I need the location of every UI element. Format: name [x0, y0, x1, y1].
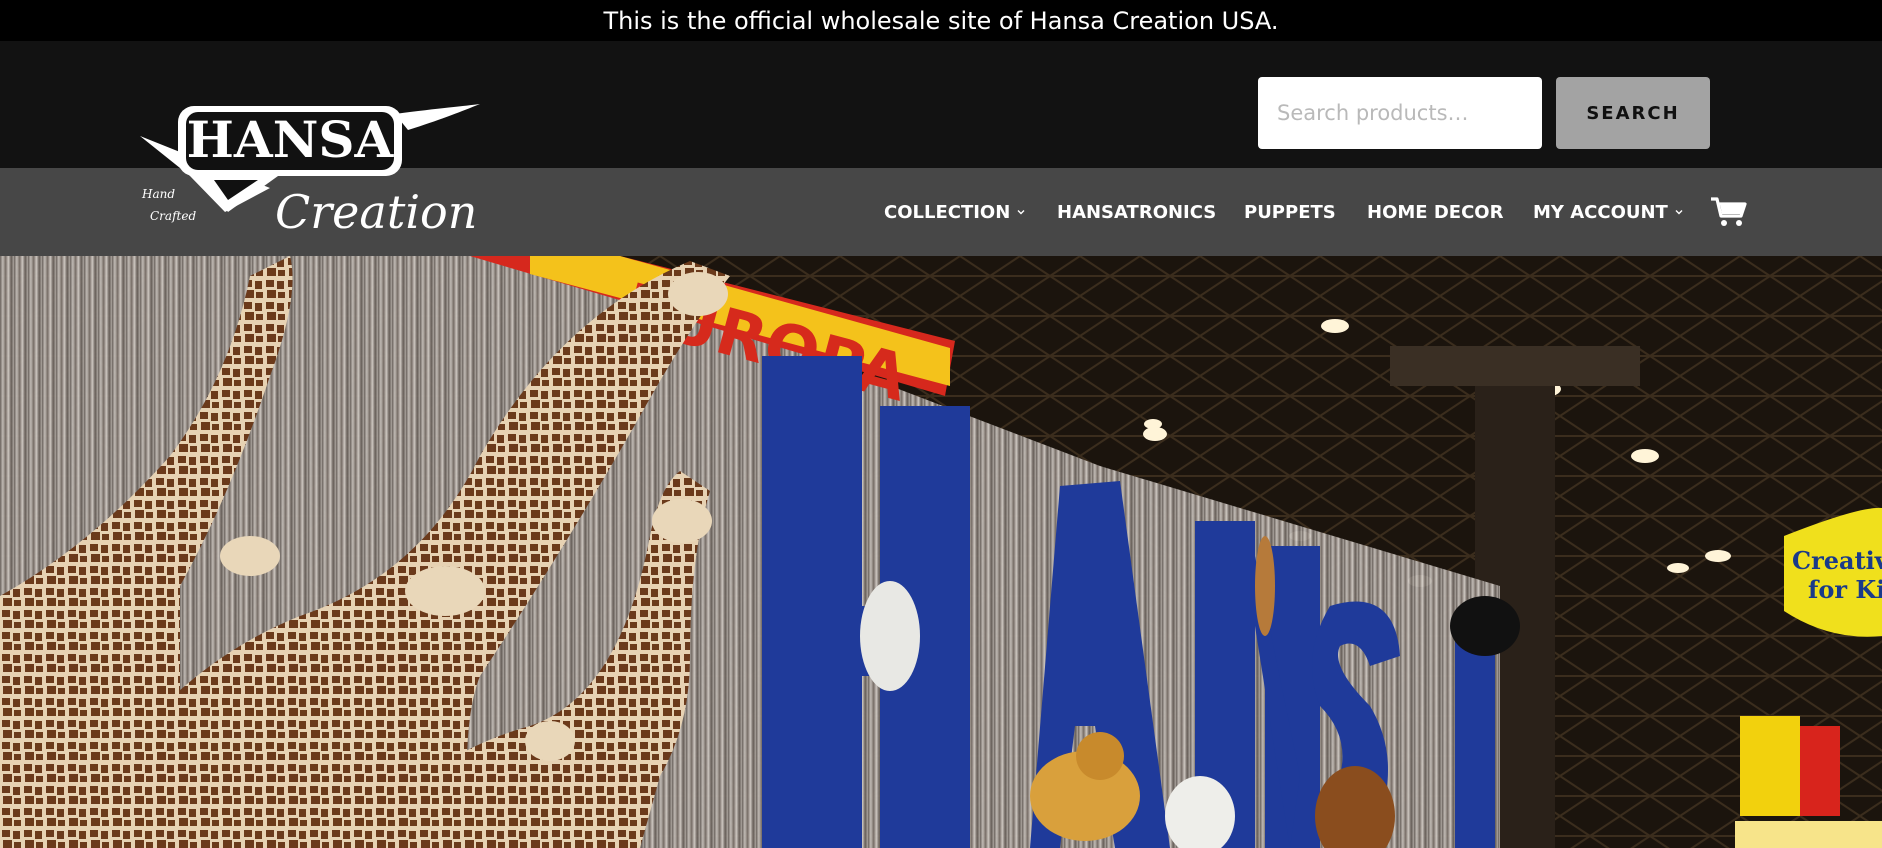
- announcement-bar: This is the official wholesale site of H…: [0, 0, 1882, 41]
- hero-banner: EUROPA Creativity for Kids: [0, 256, 1882, 848]
- announcement-text: This is the official wholesale site of H…: [603, 6, 1279, 35]
- nav-item-label: COLLECTION: [884, 201, 1011, 223]
- hero-trade-show-scene: EUROPA Creativity for Kids: [0, 256, 1882, 848]
- nav-item-collection[interactable]: COLLECTION: [884, 168, 1026, 256]
- logo-tagline-crafted: Crafted: [150, 209, 196, 223]
- nav-item-label: MY ACCOUNT: [1533, 201, 1668, 223]
- search-input[interactable]: [1258, 77, 1542, 149]
- hansa-logo-graphic: HANSA Creation Hand Crafted: [140, 104, 480, 239]
- chevron-down-icon: [1675, 210, 1683, 215]
- logo-brand-text: HANSA: [187, 110, 395, 169]
- nav-item-hansatronics[interactable]: HANSATRONICS: [1057, 168, 1216, 256]
- nav-item-label: HANSATRONICS: [1057, 201, 1217, 223]
- chevron-down-icon: [1017, 210, 1025, 215]
- logo-script-text: Creation: [275, 185, 477, 235]
- nav-item-label: PUPPETS: [1244, 201, 1336, 223]
- hansa-logo[interactable]: HANSA Creation Hand Crafted: [140, 100, 480, 239]
- nav-item-home-decor[interactable]: HOME DECOR: [1367, 168, 1503, 256]
- nav-item-puppets[interactable]: PUPPETS: [1244, 168, 1336, 256]
- nav-item-label: HOME DECOR: [1367, 201, 1504, 223]
- hero-sign-right-1: Creativity: [1792, 546, 1882, 575]
- shopping-cart-icon[interactable]: [1710, 196, 1748, 228]
- logo-tagline-hand: Hand: [141, 187, 175, 201]
- hero-sign-right-2: for Kids: [1808, 575, 1882, 604]
- nav-item-my-account[interactable]: MY ACCOUNT: [1533, 168, 1684, 256]
- search-button[interactable]: SEARCH: [1556, 77, 1710, 149]
